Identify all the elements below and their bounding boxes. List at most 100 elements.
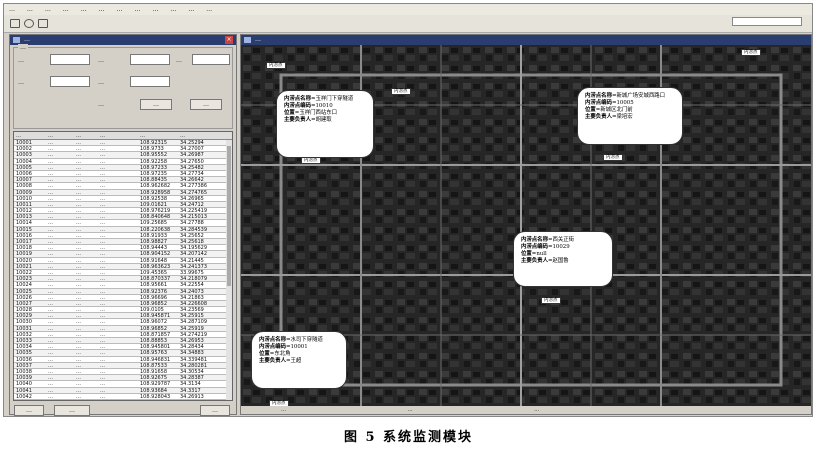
menu-item[interactable]: … [147,4,163,15]
location-input[interactable] [192,54,230,65]
menu-item[interactable]: … [4,4,20,15]
toolbar [4,15,812,33]
table-cell: … [100,189,105,195]
point-name-input[interactable] [50,54,90,65]
table-cell: … [76,331,81,337]
query-button[interactable]: … [140,99,172,110]
vertical-scrollbar[interactable] [226,140,232,400]
table-cell: … [48,146,53,152]
menu-item[interactable]: … [165,4,181,15]
field-label: … [98,79,104,86]
table-cell: … [48,356,53,362]
table-cell: 108.96696 [140,294,168,300]
table-cell: … [48,214,53,220]
map-pin[interactable]: 内涝点 [391,88,411,95]
table-cell: 108.945801 [140,344,171,350]
menu-item[interactable]: … [129,4,145,15]
table-cell: 34.34883 [180,350,204,356]
globe-icon[interactable] [24,19,34,28]
point-code-input[interactable] [130,54,170,65]
locate-button[interactable]: … [14,405,44,416]
table-cell: 108.95763 [140,350,168,356]
table-cell: 10036 [16,356,32,362]
column-header[interactable]: … [140,132,180,139]
table-cell: 34.24073 [180,288,204,294]
table-cell: 10030 [16,319,32,325]
menu-item[interactable]: … [76,4,92,15]
table-cell: … [48,226,53,232]
table-cell: 10004 [16,158,32,164]
table-row[interactable]: 10043………108.9342534.23053 [14,399,232,401]
table-cell: 10018 [16,245,32,251]
column-header[interactable]: … [180,132,220,139]
panel-titlebar: … × [10,35,236,45]
scroll-thumb[interactable] [227,146,231,286]
table-cell: 108.929787 [140,381,171,387]
column-header[interactable]: … [76,132,100,139]
table-cell: 10033 [16,338,32,344]
table-cell: 34.25919 [180,325,204,331]
menu-item[interactable]: … [58,4,74,15]
menu-item[interactable]: … [22,4,38,15]
table-cell: … [76,245,81,251]
table-cell: 10019 [16,251,32,257]
menu-item[interactable]: … [94,4,110,15]
clear-button[interactable]: … [190,99,222,110]
menu-item[interactable]: … [40,4,56,15]
map-pin[interactable]: 内涝点 [541,297,561,304]
map-pin[interactable]: 内涝点 [266,62,286,69]
satellite-map[interactable]: 内涝点 内涝点 内涝点 内涝点 内涝点 内涝点 内涝点 内涝点名称=玉祥门下穿隧… [241,45,811,408]
menu-item[interactable]: … [112,4,128,15]
column-header[interactable]: … [100,132,140,139]
column-header[interactable]: … [48,132,76,139]
callout-line: 内涝点编码=10029 [521,244,570,250]
table-cell: … [48,282,53,288]
callout-line: 位置=null [521,251,547,257]
close-button[interactable]: … [200,405,230,416]
table-cell: 10017 [16,239,32,245]
table-cell: … [48,158,53,164]
search-input[interactable] [732,17,802,26]
table-cell: 10021 [16,263,32,269]
close-icon[interactable]: × [225,36,233,44]
owner-input[interactable] [50,76,90,87]
table-cell: 34.274219 [180,331,208,337]
table-cell: … [76,344,81,350]
map-window: … 内涝点 内涝点 内涝点 内涝点 内涝点 内涝点 内涝点 内涝点名称=玉祥门下… [240,34,812,415]
menu-item[interactable]: … [183,4,199,15]
map-pin[interactable]: 内涝点 [301,157,321,164]
table-cell: … [76,375,81,381]
clear-locate-button[interactable]: … [54,405,90,416]
table-cell: … [48,140,53,146]
table-cell: … [76,313,81,319]
table-cell: … [48,362,53,368]
search-group: … … … … … … … … … [13,44,233,129]
table-cell: 34.25618 [180,239,204,245]
table-cell: 108.95661 [140,282,168,288]
field-label: … [18,79,24,86]
table-cell: … [100,177,105,183]
table-cell: … [100,300,105,307]
table-cell: … [100,232,105,238]
table-cell: 108.94443 [140,245,168,251]
save-icon[interactable] [38,19,48,28]
table-cell: 10012 [16,208,32,214]
map-pin[interactable]: 内涝点 [741,49,761,56]
table-cell: 10043 [14,400,48,401]
open-icon[interactable] [10,19,20,28]
table-cell: 10042 [16,393,32,399]
table-cell: … [100,239,105,245]
table-cell: 10015 [16,226,32,232]
callout-line: 内涝点编码=10005 [585,100,634,106]
data-table: … … … … … … 10001……… 108.92315 34.25294 100… [13,131,233,401]
table-cell: … [48,387,53,393]
map-pin[interactable]: 内涝点 [603,154,623,161]
column-header[interactable]: … [14,132,48,139]
record-count: … [98,101,104,108]
contact-input[interactable] [130,76,170,87]
table-cell: 34.26642 [180,177,204,183]
menu-item[interactable]: … [201,4,217,15]
table-cell: … [48,195,53,201]
table-cell: 34.26987 [180,152,204,158]
table-cell: … [100,325,105,331]
